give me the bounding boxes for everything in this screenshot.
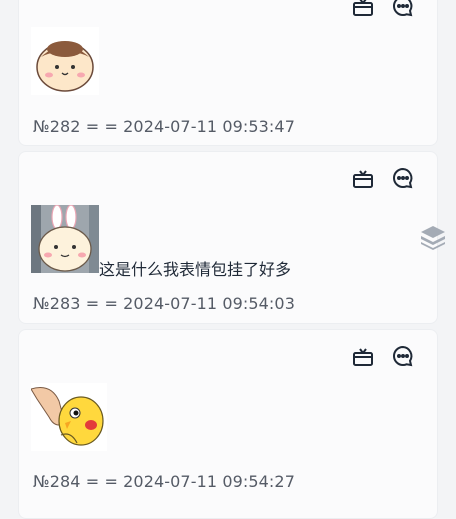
post-card: №284 = = 2024-07-11 09:54:27 bbox=[18, 329, 438, 519]
post-text: 这是什么我表情包挂了好多 bbox=[99, 260, 292, 279]
gift-icon[interactable] bbox=[351, 166, 375, 190]
post-actions bbox=[351, 166, 415, 190]
hamster-sticker[interactable] bbox=[31, 27, 99, 95]
comment-icon[interactable] bbox=[391, 344, 415, 368]
layers-icon[interactable] bbox=[418, 222, 448, 252]
post-actions bbox=[351, 0, 415, 18]
post-meta: №284 = = 2024-07-11 09:54:27 bbox=[33, 472, 295, 491]
post-card: №282 = = 2024-07-11 09:53:47 bbox=[18, 0, 438, 146]
yellow-bird-sticker[interactable] bbox=[31, 383, 107, 451]
post-meta: №282 = = 2024-07-11 09:53:47 bbox=[33, 117, 295, 136]
post-actions bbox=[351, 344, 415, 368]
post-meta: №283 = = 2024-07-11 09:54:03 bbox=[33, 294, 295, 313]
comment-icon[interactable] bbox=[391, 0, 415, 18]
gift-icon[interactable] bbox=[351, 344, 375, 368]
bunny-ear-sticker[interactable] bbox=[31, 205, 99, 273]
gift-icon[interactable] bbox=[351, 0, 375, 18]
comment-icon[interactable] bbox=[391, 166, 415, 190]
post-card: 这是什么我表情包挂了好多 №283 = = 2024-07-11 09:54:0… bbox=[18, 151, 438, 324]
